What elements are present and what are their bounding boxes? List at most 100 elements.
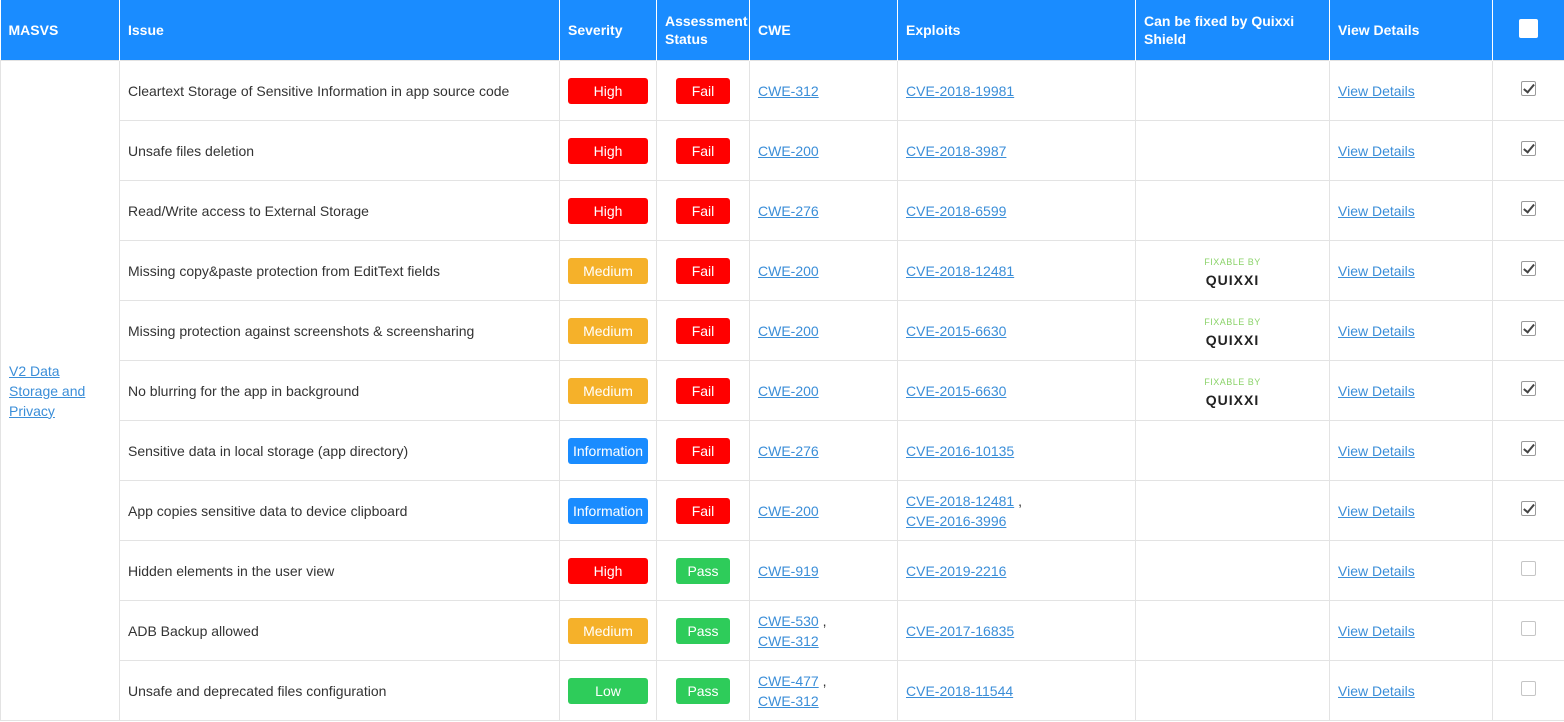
status-cell: Pass: [656, 540, 750, 601]
exploit-link[interactable]: CVE-2018-12481: [906, 493, 1014, 509]
cwe-cell: CWE-276: [749, 180, 898, 241]
cwe-link[interactable]: CWE-919: [758, 563, 819, 579]
cwe-link[interactable]: CWE-530: [758, 613, 819, 629]
select-cell: [1492, 420, 1564, 481]
severity-badge: Medium: [568, 617, 648, 644]
table-row: Missing copy&paste protection from EditT…: [1, 240, 1564, 301]
issue-text: Cleartext Storage of Sensitive Informati…: [119, 60, 560, 121]
cwe-cell: CWE-200: [749, 300, 898, 361]
quixxi-brand-label: QUIXXI: [1205, 391, 1260, 408]
exploit-link[interactable]: CVE-2015-6630: [906, 323, 1006, 339]
status-badge: Pass: [676, 617, 730, 644]
view-details-link[interactable]: View Details: [1338, 443, 1415, 459]
cwe-link[interactable]: CWE-200: [758, 143, 819, 159]
view-details-link[interactable]: View Details: [1338, 83, 1415, 99]
table-row: App copies sensitive data to device clip…: [1, 480, 1564, 541]
severity-badge: Low: [568, 677, 648, 704]
view-details-link[interactable]: View Details: [1338, 563, 1415, 579]
cwe-link[interactable]: CWE-200: [758, 503, 819, 519]
table-row: Hidden elements in the user view High Pass…: [1, 540, 1564, 601]
exploit-link[interactable]: CVE-2016-3996: [906, 513, 1006, 529]
view-details-link[interactable]: View Details: [1338, 623, 1415, 639]
cwe-cell: CWE-200: [749, 120, 898, 181]
exploits-cell: CVE-2019-2216: [897, 540, 1136, 601]
severity-cell: Information: [559, 420, 657, 481]
cwe-link[interactable]: CWE-200: [758, 383, 819, 399]
status-badge: Fail: [676, 437, 730, 464]
status-badge: Fail: [676, 137, 730, 164]
view-details-link[interactable]: View Details: [1338, 143, 1415, 159]
cwe-link[interactable]: CWE-312: [758, 83, 819, 99]
fixable-cell: FIXABLE BY QUIXXI: [1135, 240, 1330, 301]
view-details-link[interactable]: View Details: [1338, 263, 1415, 279]
row-checkbox-checked[interactable]: [1521, 200, 1536, 216]
row-checkbox-checked[interactable]: [1521, 140, 1536, 156]
select-all-checkbox[interactable]: [1519, 18, 1539, 38]
status-cell: Pass: [656, 660, 750, 721]
exploit-link[interactable]: CVE-2015-6630: [906, 383, 1006, 399]
cwe-link[interactable]: CWE-276: [758, 203, 819, 219]
severity-cell: High: [559, 60, 657, 121]
row-checkbox-checked[interactable]: [1521, 440, 1536, 456]
fixable-cell: [1135, 480, 1330, 541]
exploits-cell: CVE-2016-10135: [897, 420, 1136, 481]
row-checkbox-unchecked[interactable]: [1521, 620, 1536, 636]
header-select-all: [1492, 0, 1564, 61]
row-checkbox-checked[interactable]: [1521, 380, 1536, 396]
severity-badge: Medium: [568, 317, 648, 344]
fixable-cell: [1135, 60, 1330, 121]
severity-badge: Information: [568, 497, 648, 524]
view-details-cell: View Details: [1329, 60, 1493, 121]
cwe-link[interactable]: CWE-477: [758, 673, 819, 689]
cwe-link[interactable]: CWE-200: [758, 263, 819, 279]
exploits-cell: CVE-2015-6630: [897, 300, 1136, 361]
view-details-link[interactable]: View Details: [1338, 683, 1415, 699]
table-row: Unsafe files deletion High Fail CWE-200 CVE-…: [1, 120, 1564, 181]
exploit-link[interactable]: CVE-2018-3987: [906, 143, 1006, 159]
fixable-cell: [1135, 420, 1330, 481]
severity-badge: Medium: [568, 377, 648, 404]
vulnerability-table: MASVS Issue Severity Assessment Status C…: [0, 0, 1564, 721]
row-checkbox-checked[interactable]: [1521, 320, 1536, 336]
header-exploits: Exploits: [897, 0, 1136, 61]
header-cwe: CWE: [749, 0, 898, 61]
exploit-link[interactable]: CVE-2018-12481: [906, 263, 1014, 279]
row-checkbox-checked[interactable]: [1521, 260, 1536, 276]
exploit-link[interactable]: CVE-2018-6599: [906, 203, 1006, 219]
view-details-link[interactable]: View Details: [1338, 323, 1415, 339]
exploit-link[interactable]: CVE-2017-16835: [906, 623, 1014, 639]
status-cell: Fail: [656, 360, 750, 421]
view-details-cell: View Details: [1329, 180, 1493, 241]
select-cell: [1492, 660, 1564, 721]
row-checkbox-checked[interactable]: [1521, 500, 1536, 516]
select-cell: [1492, 180, 1564, 241]
row-checkbox-unchecked[interactable]: [1521, 560, 1536, 576]
status-badge: Fail: [676, 197, 730, 224]
severity-cell: Medium: [559, 600, 657, 661]
exploits-cell: CVE-2018-11544: [897, 660, 1136, 721]
exploit-link[interactable]: CVE-2019-2216: [906, 563, 1006, 579]
view-details-cell: View Details: [1329, 480, 1493, 541]
status-cell: Fail: [656, 300, 750, 361]
row-checkbox-checked[interactable]: [1521, 80, 1536, 96]
view-details-link[interactable]: View Details: [1338, 203, 1415, 219]
status-cell: Fail: [656, 420, 750, 481]
view-details-link[interactable]: View Details: [1338, 383, 1415, 399]
exploit-link[interactable]: CVE-2016-10135: [906, 443, 1014, 459]
severity-cell: High: [559, 180, 657, 241]
cwe-link[interactable]: CWE-276: [758, 443, 819, 459]
quixxi-fixable-logo: FIXABLE BY QUIXXI: [1144, 376, 1321, 408]
issue-text: Hidden elements in the user view: [119, 540, 560, 601]
select-cell: [1492, 540, 1564, 601]
exploit-link[interactable]: CVE-2018-11544: [906, 683, 1013, 699]
fixable-cell: FIXABLE BY QUIXXI: [1135, 300, 1330, 361]
cwe-cell: CWE-530 , CWE-312: [749, 600, 898, 661]
masvs-group-link[interactable]: V2 Data Storage and Privacy: [9, 363, 85, 419]
row-checkbox-unchecked[interactable]: [1521, 680, 1536, 696]
cwe-link[interactable]: CWE-200: [758, 323, 819, 339]
cwe-link[interactable]: CWE-312: [758, 693, 819, 709]
exploit-link[interactable]: CVE-2018-19981: [906, 83, 1014, 99]
view-details-link[interactable]: View Details: [1338, 503, 1415, 519]
severity-badge: Medium: [568, 257, 648, 284]
cwe-link[interactable]: CWE-312: [758, 633, 819, 649]
